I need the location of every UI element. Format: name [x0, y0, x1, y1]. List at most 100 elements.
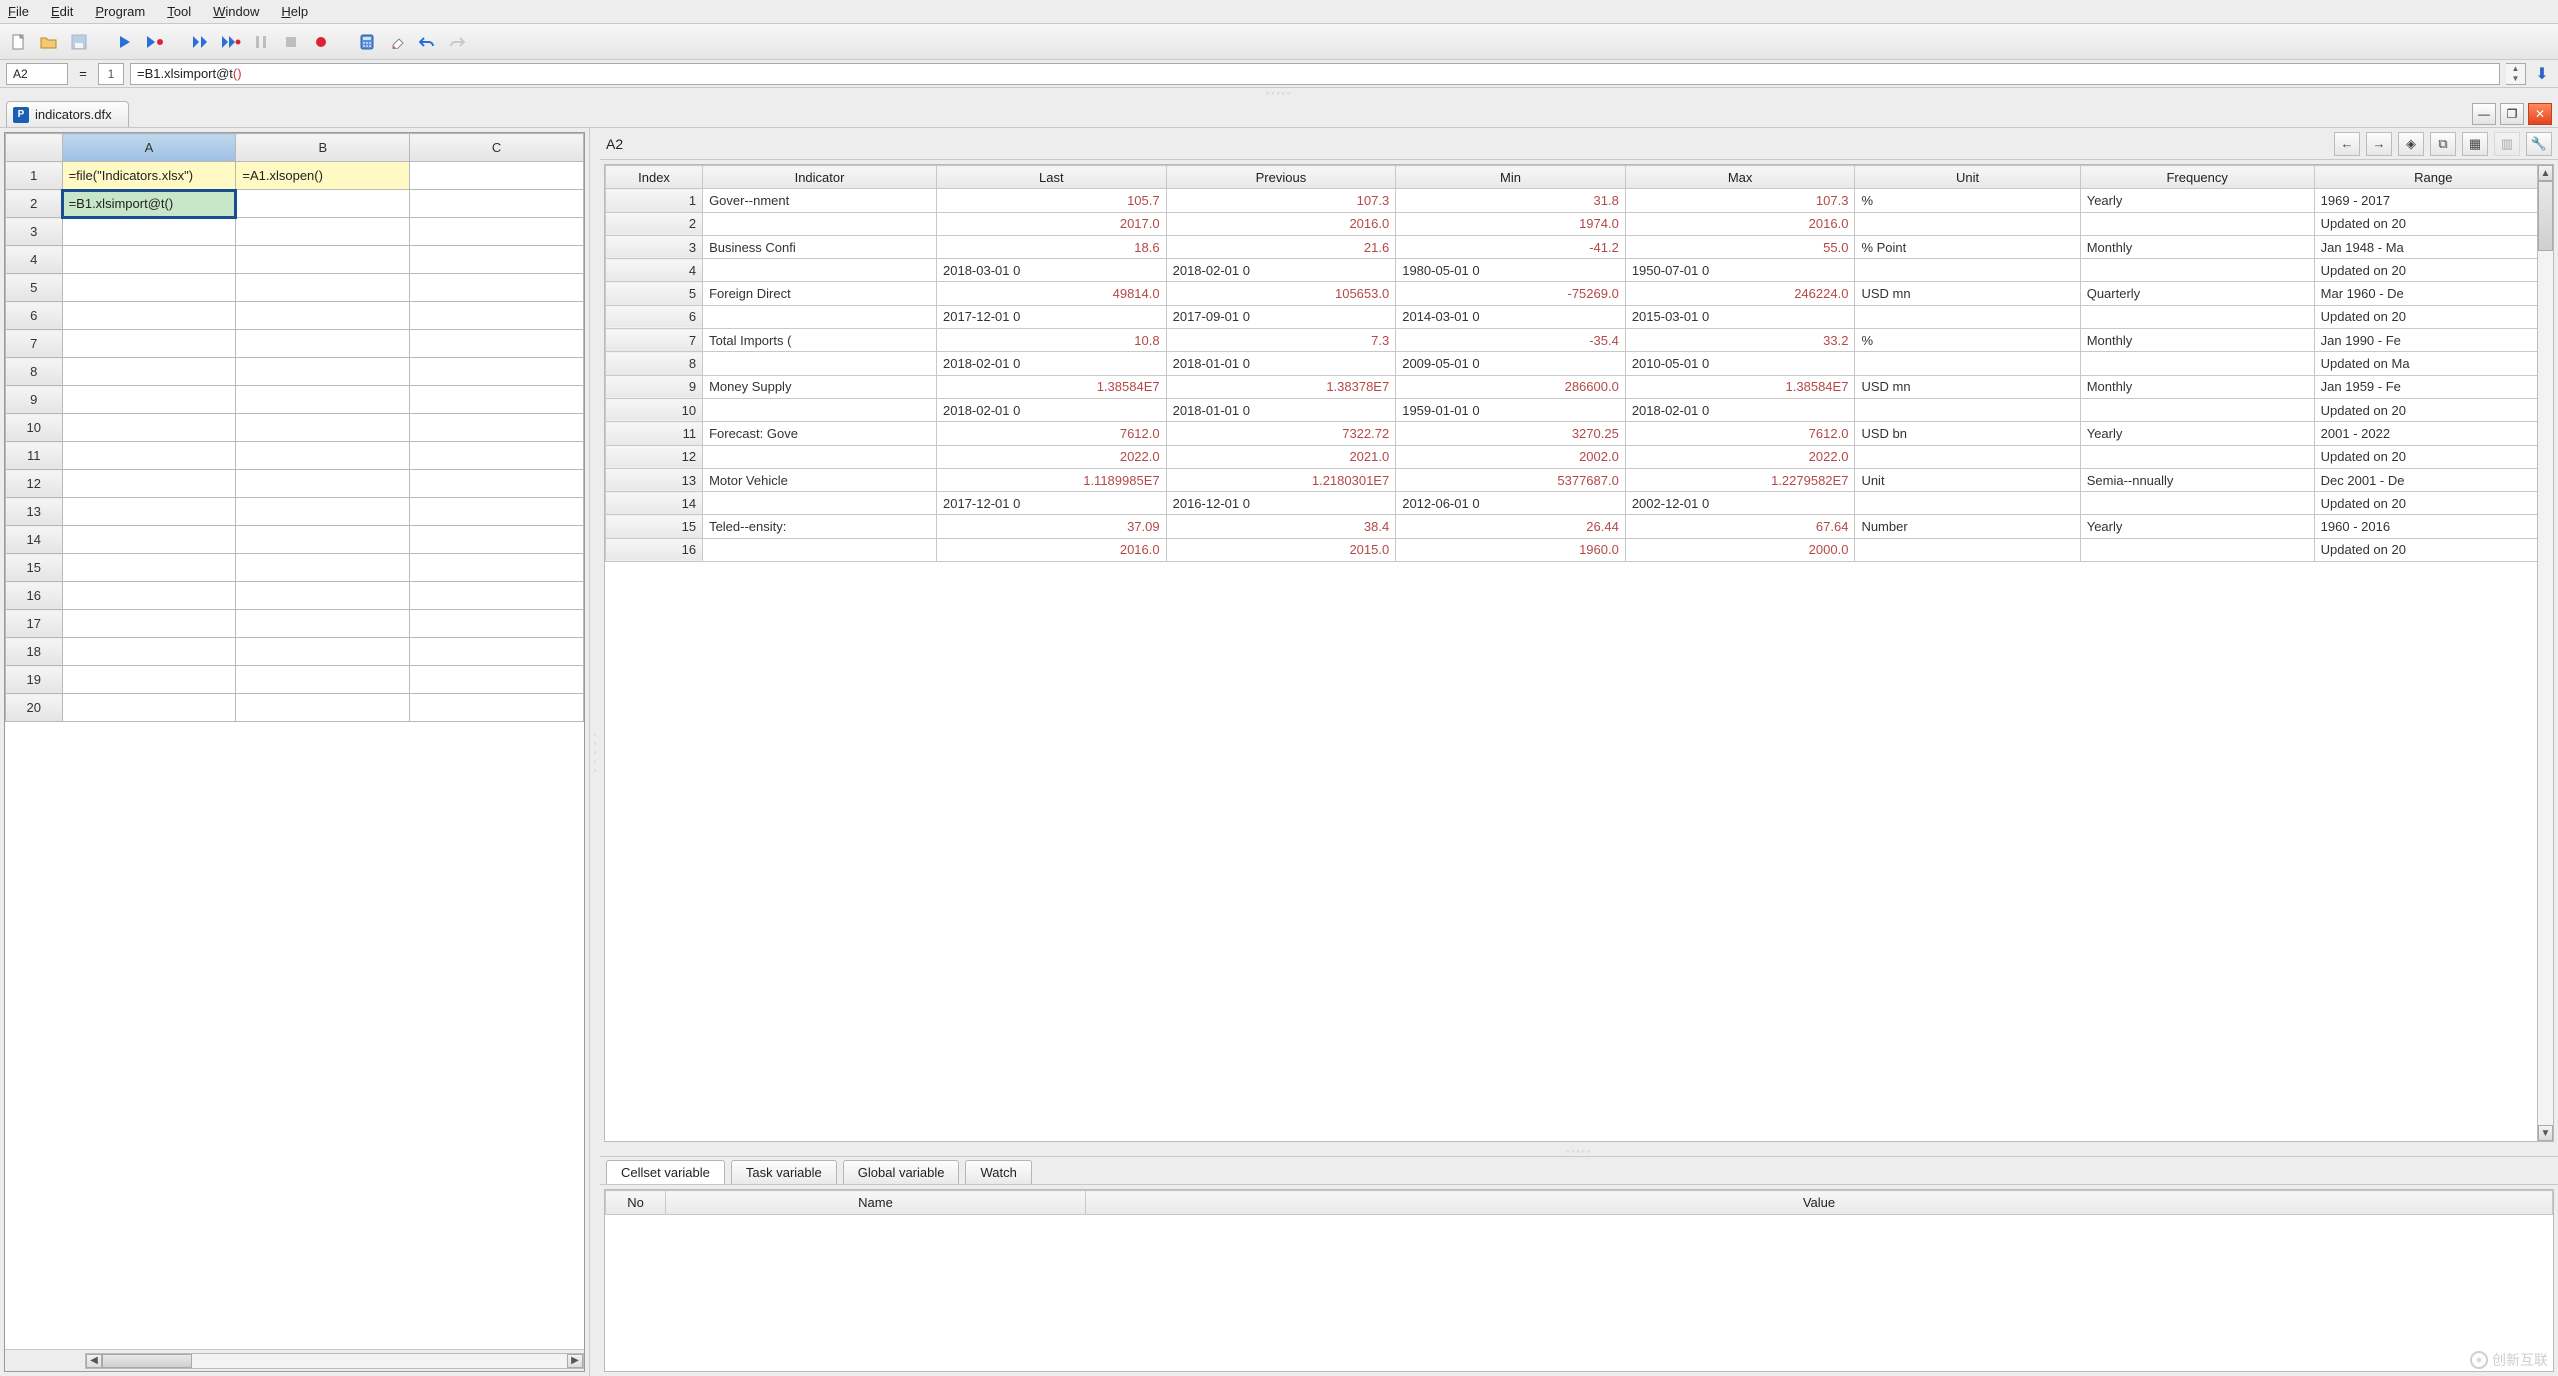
result-cell[interactable]: Jan 1948 - Ma — [2314, 235, 2552, 258]
result-cell[interactable]: 2015-03-01 0 — [1625, 305, 1855, 328]
result-cell[interactable]: Updated on Ma — [2314, 352, 2552, 375]
row-header[interactable]: 14 — [6, 526, 63, 554]
result-cell[interactable]: Dec 2001 - De — [2314, 468, 2552, 491]
cell-C9[interactable] — [410, 386, 584, 414]
cell-C5[interactable] — [410, 274, 584, 302]
result-cell[interactable] — [2080, 398, 2314, 421]
scroll-right-icon[interactable]: ▶ — [567, 1354, 583, 1368]
scroll-up-icon[interactable]: ▲ — [2538, 165, 2553, 181]
result-cell[interactable]: 1980-05-01 0 — [1396, 259, 1626, 282]
stop-icon[interactable] — [278, 29, 304, 55]
result-cell[interactable] — [1855, 398, 2080, 421]
result-cell[interactable]: Teled--ensity: — [703, 515, 937, 538]
breakpoint-toggle-icon[interactable] — [308, 29, 334, 55]
result-cell[interactable]: 1950-07-01 0 — [1625, 259, 1855, 282]
vertical-gripper[interactable]: ◦◦◦◦◦ — [590, 128, 600, 1376]
chart-icon[interactable]: ▥ — [2494, 132, 2520, 156]
settings-icon[interactable]: 🔧 — [2526, 132, 2552, 156]
result-cell[interactable]: Money Supply — [703, 375, 937, 398]
cell-A12[interactable] — [62, 470, 236, 498]
cell-C7[interactable] — [410, 330, 584, 358]
result-cell[interactable]: 2022.0 — [937, 445, 1167, 468]
menu-tool[interactable]: Tool — [167, 4, 191, 19]
result-cell[interactable]: Yearly — [2080, 515, 2314, 538]
grid-corner[interactable] — [6, 134, 63, 162]
result-cell[interactable]: USD mn — [1855, 282, 2080, 305]
cell-A3[interactable] — [62, 218, 236, 246]
result-cell[interactable]: 2018-03-01 0 — [937, 259, 1167, 282]
open-file-icon[interactable] — [36, 29, 62, 55]
result-cell[interactable] — [2080, 259, 2314, 282]
result-cell[interactable]: 7612.0 — [1625, 422, 1855, 445]
result-cell[interactable]: 38.4 — [1166, 515, 1396, 538]
result-cell[interactable]: 2018-02-01 0 — [937, 398, 1167, 421]
cell-C1[interactable] — [410, 162, 584, 190]
formula-input[interactable]: =B1.xlsimport@t() — [130, 63, 2500, 85]
result-col-range[interactable]: Range — [2314, 166, 2552, 189]
result-cell[interactable] — [703, 212, 937, 235]
result-cell[interactable] — [2080, 538, 2314, 561]
result-cell[interactable] — [2080, 492, 2314, 515]
cell-A16[interactable] — [62, 582, 236, 610]
cell-C20[interactable] — [410, 694, 584, 722]
result-cell[interactable]: Forecast: Gove — [703, 422, 937, 445]
result-cell[interactable]: Mar 1960 - De — [2314, 282, 2552, 305]
cell-A2[interactable]: =B1.xlsimport@t() — [62, 190, 236, 218]
result-cell[interactable]: 2016.0 — [1625, 212, 1855, 235]
result-cell[interactable]: 2014-03-01 0 — [1396, 305, 1626, 328]
result-cell[interactable]: Foreign Direct — [703, 282, 937, 305]
result-cell[interactable]: 31.8 — [1396, 189, 1626, 212]
result-vscrollbar[interactable]: ▲ ▼ — [2537, 165, 2553, 1141]
cell-B17[interactable] — [236, 610, 410, 638]
result-cell[interactable]: 49814.0 — [937, 282, 1167, 305]
row-header[interactable]: 20 — [6, 694, 63, 722]
cell-C6[interactable] — [410, 302, 584, 330]
cell-B15[interactable] — [236, 554, 410, 582]
result-row-index[interactable]: 15 — [606, 515, 703, 538]
cell-B2[interactable] — [236, 190, 410, 218]
formula-spinner[interactable]: ▲▼ — [2506, 63, 2526, 85]
cell-C14[interactable] — [410, 526, 584, 554]
result-cell[interactable]: Quarterly — [2080, 282, 2314, 305]
result-row-index[interactable]: 9 — [606, 375, 703, 398]
cell-B16[interactable] — [236, 582, 410, 610]
cell-A11[interactable] — [62, 442, 236, 470]
cell-A7[interactable] — [62, 330, 236, 358]
result-row-index[interactable]: 1 — [606, 189, 703, 212]
result-cell[interactable]: Yearly — [2080, 189, 2314, 212]
cell-A9[interactable] — [62, 386, 236, 414]
cell-A15[interactable] — [62, 554, 236, 582]
result-cell[interactable]: 1.1189985E7 — [937, 468, 1167, 491]
result-cell[interactable] — [2080, 445, 2314, 468]
result-cell[interactable]: 37.09 — [937, 515, 1167, 538]
result-row-index[interactable]: 7 — [606, 329, 703, 352]
pause-icon[interactable] — [248, 29, 274, 55]
step-into-breakpoint-icon[interactable] — [218, 29, 244, 55]
result-cell[interactable]: 18.6 — [937, 235, 1167, 258]
result-cell[interactable]: 2016.0 — [937, 538, 1167, 561]
result-cell[interactable]: Updated on 20 — [2314, 398, 2552, 421]
result-col-min[interactable]: Min — [1396, 166, 1626, 189]
result-cell[interactable] — [703, 492, 937, 515]
col-header-C[interactable]: C — [410, 134, 584, 162]
minimize-button[interactable]: — — [2472, 103, 2496, 125]
result-cell[interactable]: 55.0 — [1625, 235, 1855, 258]
result-col-frequency[interactable]: Frequency — [2080, 166, 2314, 189]
cell-A8[interactable] — [62, 358, 236, 386]
result-cell[interactable]: Motor Vehicle — [703, 468, 937, 491]
hscroll-thumb[interactable] — [102, 1354, 192, 1368]
cell-B1[interactable]: =A1.xlsopen() — [236, 162, 410, 190]
result-cell[interactable] — [703, 398, 937, 421]
result-cell[interactable] — [1855, 259, 2080, 282]
cell-C16[interactable] — [410, 582, 584, 610]
cell-A10[interactable] — [62, 414, 236, 442]
result-cell[interactable]: USD bn — [1855, 422, 2080, 445]
result-row-index[interactable]: 2 — [606, 212, 703, 235]
result-cell[interactable]: Updated on 20 — [2314, 305, 2552, 328]
result-cell[interactable]: 2018-01-01 0 — [1166, 398, 1396, 421]
cell-B9[interactable] — [236, 386, 410, 414]
result-cell[interactable]: Updated on 20 — [2314, 445, 2552, 468]
result-cell[interactable]: 2016-12-01 0 — [1166, 492, 1396, 515]
cell-C12[interactable] — [410, 470, 584, 498]
result-row-index[interactable]: 12 — [606, 445, 703, 468]
